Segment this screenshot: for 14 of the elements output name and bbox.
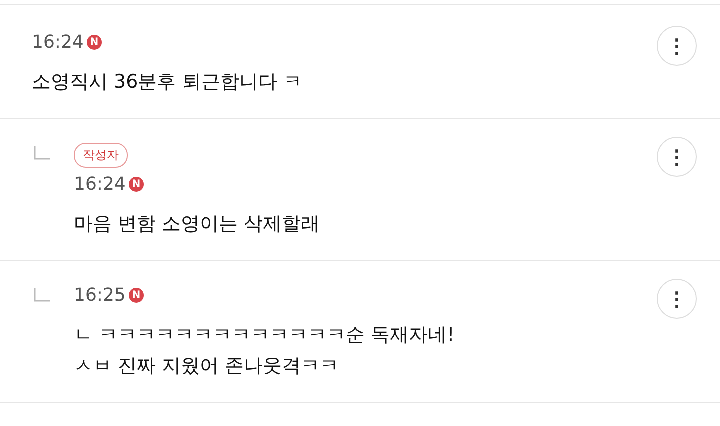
comment-time: 16:25	[74, 285, 126, 306]
new-badge: N	[86, 35, 102, 50]
new-badge: N	[128, 177, 144, 192]
comment-text: 소영직시 36분후 퇴근합니다 ㅋ	[32, 70, 302, 95]
new-badge: N	[128, 288, 144, 303]
comment-text: ㄴ ㅋㅋㅋㅋㅋㅋㅋㅋㅋㅋㅋㅋㅋ순 독재자네!	[74, 323, 455, 348]
more-options-button[interactable]: ⋮	[657, 26, 697, 66]
author-badge: 작성자	[74, 143, 128, 168]
comment-text: ㅅㅂ 진짜 지웠어 존나웃격ㅋㅋ	[74, 354, 340, 379]
comment-time: 16:24	[74, 174, 126, 195]
comment-time: 16:24	[32, 32, 84, 53]
more-options-button[interactable]: ⋮	[657, 137, 697, 177]
more-options-button[interactable]: ⋮	[657, 279, 697, 319]
comment-text: 마음 변함 소영이는 삭제할래	[74, 212, 320, 237]
